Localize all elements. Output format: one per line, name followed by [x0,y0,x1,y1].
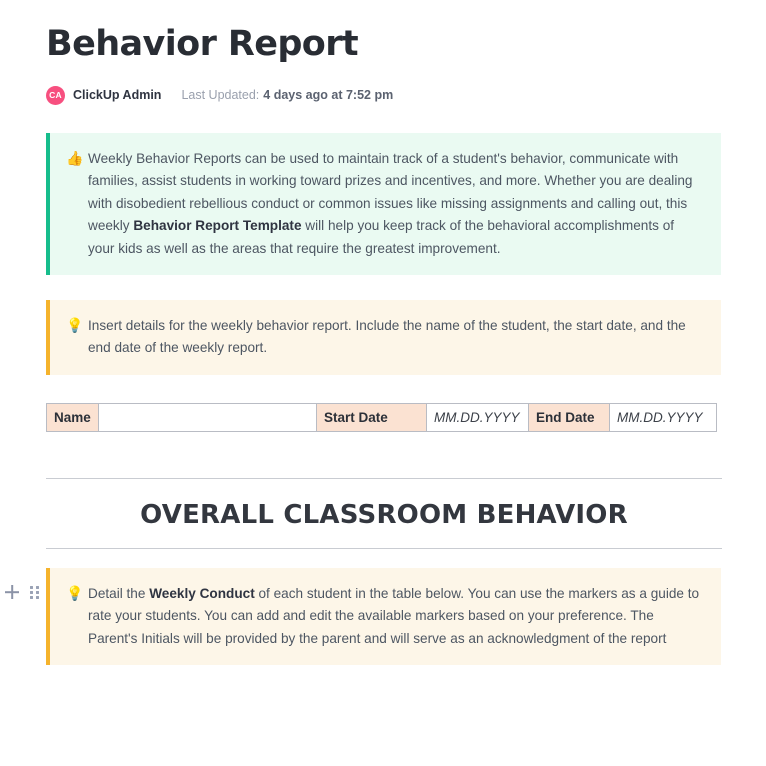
lightbulb-emoji: 💡 [66,585,84,602]
block-gutter-controls [0,580,40,604]
callout-details-text: Insert details for the weekly behavior r… [88,318,686,356]
cell-name-label: Name [46,402,99,432]
callout-intro-text-bold: Behavior Report Template [133,218,302,234]
document-page: Behavior Report CA ClickUp Admin Last Up… [0,0,766,766]
callout-details: 💡 Insert details for the weekly behavior… [46,300,721,375]
byline-updated-value: 4 days ago at 7:52 pm [263,88,394,102]
callout-accent-bar [46,300,50,375]
callout-conduct-text: Detail the Weekly Conduct of each studen… [88,583,703,650]
byline-updated-label: Last Updated: [181,88,260,102]
lightbulb-emoji: 💡 [66,318,84,335]
byline: CA ClickUp Admin Last Updated: 4 days ag… [46,84,722,106]
cell-end-date-label: End Date [528,402,610,432]
byline-author: ClickUp Admin [73,88,162,102]
cell-start-date-value[interactable]: MM.DD.YYYY [426,402,529,432]
student-info-table: Name Start Date MM.DD.YYYY End Date MM.D… [46,402,717,432]
divider-below-heading [46,547,722,549]
cell-end-date-value[interactable]: MM.DD.YYYY [609,402,717,432]
callout-accent-bar [46,567,50,666]
callout-intro-text: Weekly Behavior Reports can be used to m… [88,148,703,260]
cell-start-date-label: Start Date [316,402,427,432]
callout-conduct-text-bold: Weekly Conduct [149,585,255,601]
avatar[interactable]: CA [46,85,65,105]
callout-intro: 👍 Weekly Behavior Reports can be used to… [46,133,721,276]
drag-handle-icon[interactable] [28,584,40,600]
table-row: Name Start Date MM.DD.YYYY End Date MM.D… [46,402,717,432]
document-content: Behavior Report CA ClickUp Admin Last Up… [46,0,722,666]
callout-accent-bar [46,133,50,276]
cell-name-value[interactable] [98,402,317,432]
section-heading: OVERALL CLASSROOM BEHAVIOR [140,499,628,530]
page-title: Behavior Report [46,24,359,64]
thumbs-up-emoji: 👍 [66,151,84,167]
callout-conduct: 💡 Detail the Weekly Conduct of each stud… [46,567,721,666]
callout-conduct-text-1: Detail the [88,585,150,601]
plus-icon[interactable] [3,583,21,601]
